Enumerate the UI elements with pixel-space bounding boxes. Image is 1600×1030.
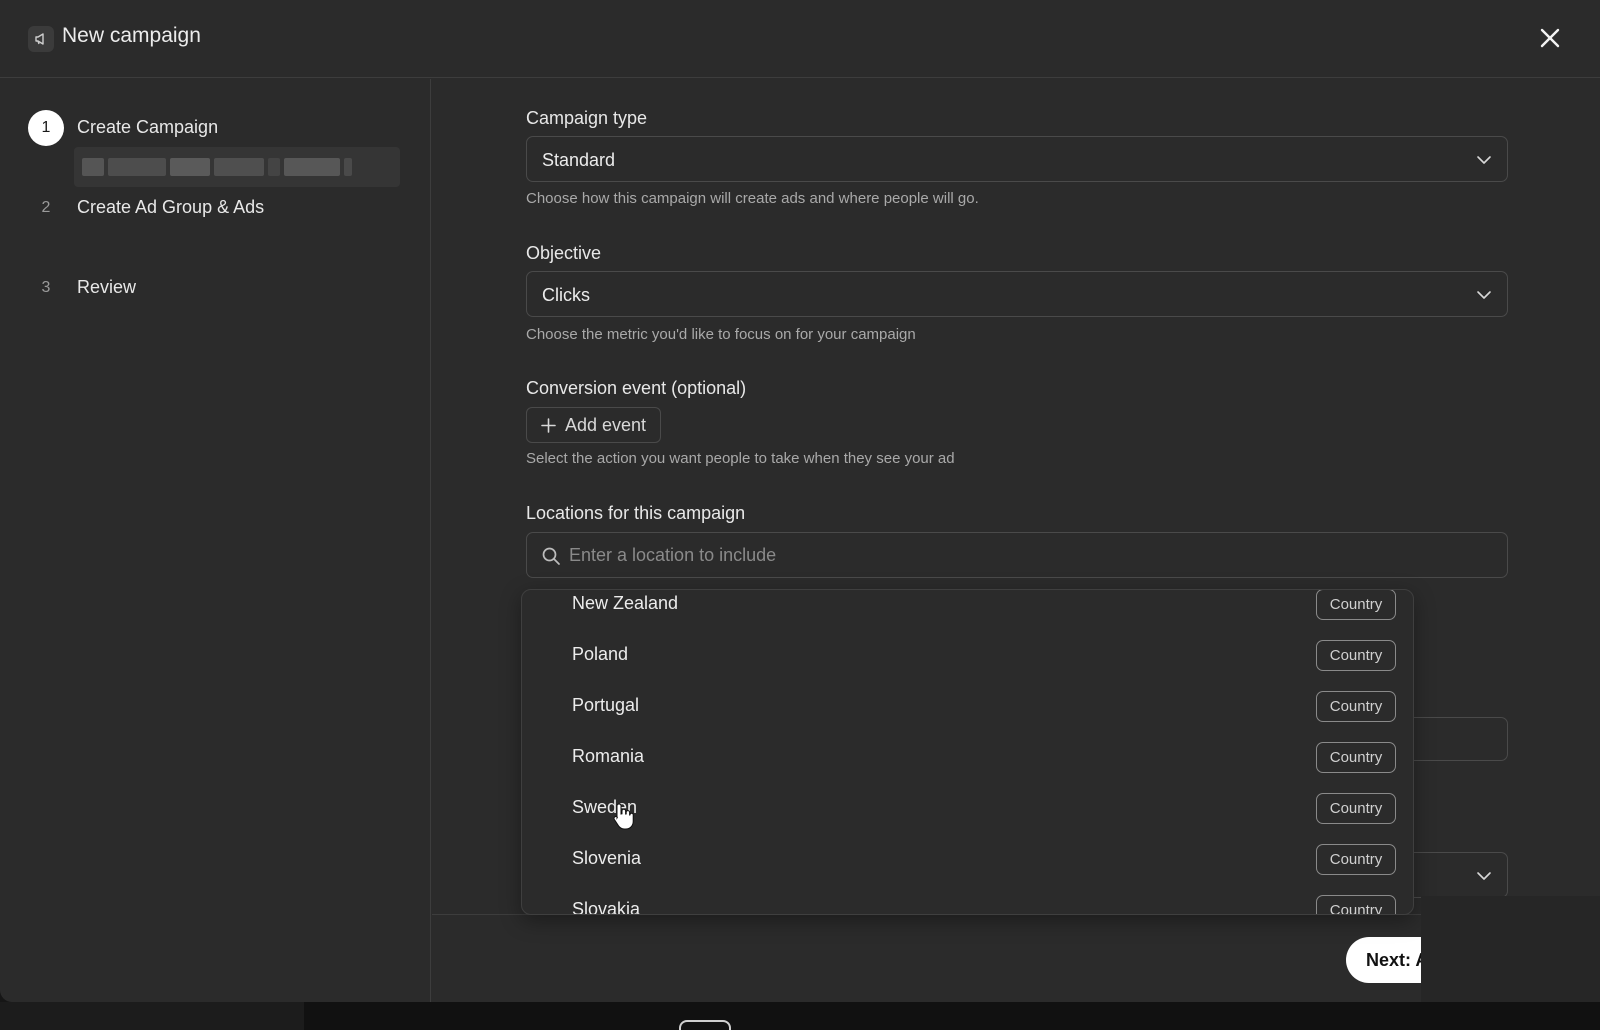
location-option[interactable]: Sweden Country <box>522 783 1413 834</box>
step-label: Review <box>77 277 137 297</box>
location-option[interactable]: New Zealand Country <box>522 590 1413 630</box>
location-option[interactable]: Slovenia Country <box>522 834 1413 885</box>
steps-sidebar: 1 Create Campaign 2 Create Ad Group & Ad… <box>0 79 431 1002</box>
location-name: Poland <box>572 644 629 664</box>
objective-value: Clicks <box>542 285 590 305</box>
chevron-down-icon <box>1477 291 1491 299</box>
step-number: 2 <box>41 199 51 216</box>
locations-label: Locations for this campaign <box>526 503 746 523</box>
location-option[interactable]: Romania Country <box>522 732 1413 783</box>
conversion-event-help: Select the action you want people to tak… <box>526 450 955 467</box>
campaign-type-label: Campaign type <box>526 108 648 128</box>
location-type-badge: Country <box>1316 590 1396 620</box>
step-label: Create Ad Group & Ads <box>77 197 265 217</box>
background-panel <box>0 1002 304 1030</box>
conversion-event-label: Conversion event (optional) <box>526 378 747 398</box>
megaphone-icon <box>28 26 54 52</box>
location-type-badge: Country <box>1316 691 1396 722</box>
step-number: 1 <box>28 110 64 146</box>
location-type-badge: Country <box>1316 895 1396 914</box>
new-campaign-modal: New campaign 1 Create Campaign 2 Create … <box>0 0 1600 1002</box>
campaign-type-value: Standard <box>542 150 616 170</box>
location-type-badge: Country <box>1316 742 1396 773</box>
location-search-input[interactable] <box>569 533 1489 577</box>
location-type-badge: Country <box>1316 844 1396 875</box>
chevron-down-icon <box>1477 156 1491 164</box>
location-option[interactable]: Poland Country <box>522 630 1413 681</box>
close-icon <box>1540 28 1560 48</box>
location-name: Romania <box>572 746 645 766</box>
location-option[interactable]: Slovakia Country <box>522 885 1413 915</box>
step-create-campaign[interactable]: 1 Create Campaign <box>28 110 408 146</box>
step-review[interactable]: 3 Review <box>28 270 408 306</box>
location-search-field[interactable] <box>526 532 1508 578</box>
hand-cursor-icon <box>613 803 634 830</box>
drag-handle[interactable] <box>679 1020 731 1030</box>
location-name: Portugal <box>572 695 640 715</box>
objective-label: Objective <box>526 243 602 263</box>
location-type-badge: Country <box>1316 793 1396 824</box>
objective-select[interactable]: Clicks <box>526 271 1508 317</box>
chevron-down-icon <box>1477 872 1491 880</box>
background-strip <box>0 1002 1600 1030</box>
modal-header: New campaign <box>0 0 1600 78</box>
plus-icon <box>541 417 556 433</box>
step-label: Create Campaign <box>77 117 219 137</box>
location-name: Slovakia <box>572 899 641 915</box>
search-icon <box>542 547 560 565</box>
location-option[interactable]: Portugal Country <box>522 681 1413 732</box>
campaign-type-help: Choose how this campaign will create ads… <box>526 190 979 207</box>
location-name: Slovenia <box>572 848 642 868</box>
close-button[interactable] <box>1534 22 1566 54</box>
step-number: 3 <box>41 279 51 296</box>
objective-help: Choose the metric you'd like to focus on… <box>526 326 916 343</box>
location-type-badge: Country <box>1316 640 1396 671</box>
step-create-ad-group[interactable]: 2 Create Ad Group & Ads <box>28 190 408 226</box>
add-event-button[interactable]: Add event <box>526 407 661 443</box>
redacted-campaign-name <box>74 147 400 187</box>
location-dropdown: New Zealand Country Poland Country Portu… <box>521 589 1414 915</box>
add-event-label: Add event <box>565 414 647 435</box>
campaign-type-select[interactable]: Standard <box>526 136 1508 182</box>
modal-title: New campaign <box>62 24 201 47</box>
location-name: New Zealand <box>572 593 679 613</box>
